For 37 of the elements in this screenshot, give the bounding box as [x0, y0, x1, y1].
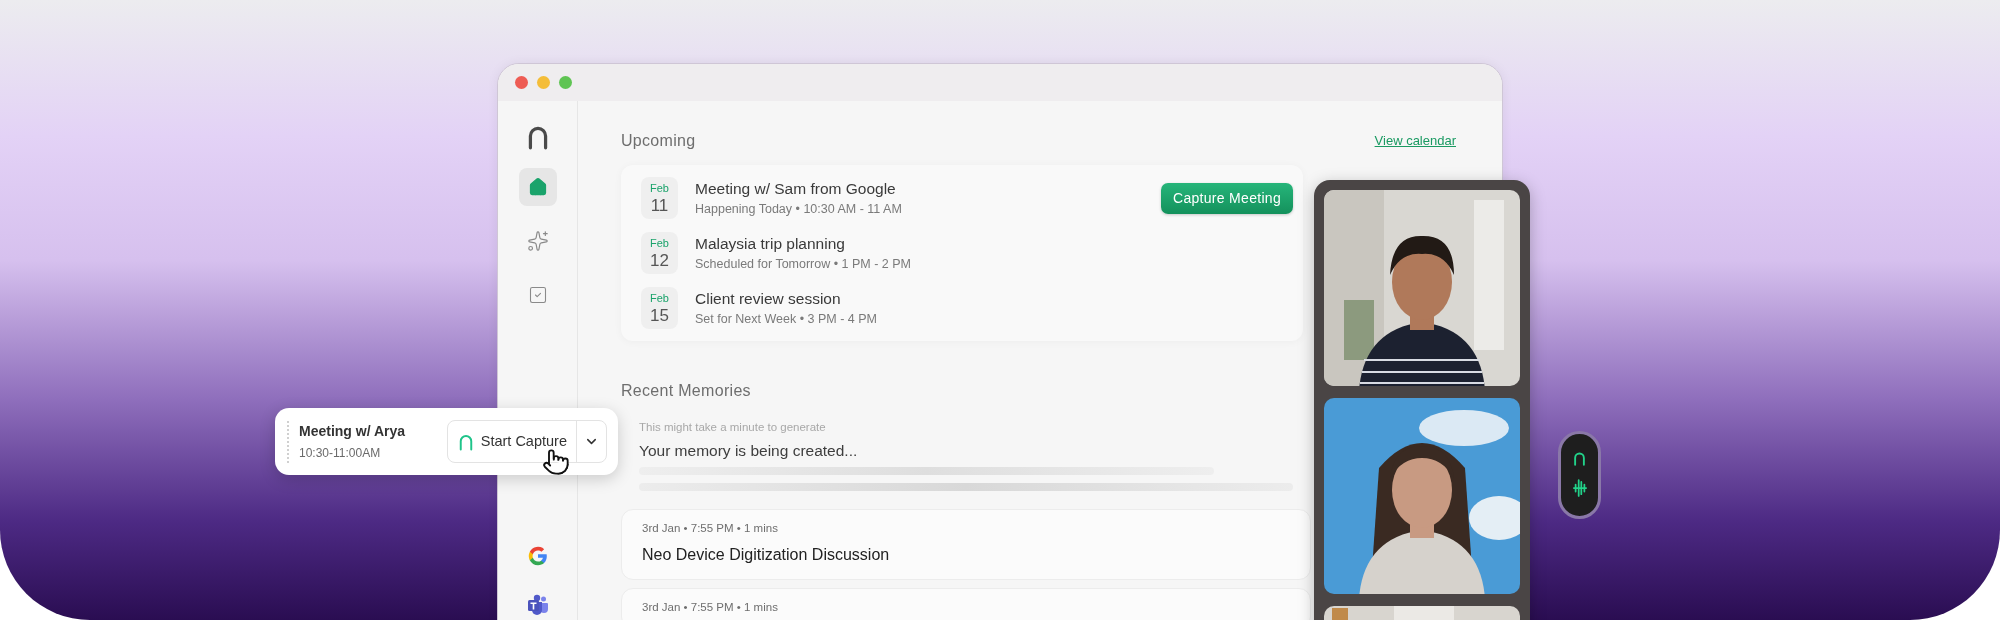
- memory-meta: 3rd Jan • 7:55 PM • 1 mins: [642, 520, 779, 536]
- people-logo-icon[interactable]: [525, 593, 550, 617]
- hint-text: This might take a minute to generate: [639, 420, 827, 435]
- recorder-pill[interactable]: [1558, 431, 1601, 519]
- close-button[interactable]: [515, 76, 528, 89]
- memory-card[interactable]: 3rd Jan • 7:55 PM • 1 mins Neo Device Digitization Discussion: [621, 508, 1311, 580]
- status-message: Your memory is being created...: [639, 441, 859, 462]
- section-title: Recent Memories: [621, 381, 752, 401]
- popup-time: 10:30-11:00AM: [299, 445, 382, 462]
- date-month: Feb: [650, 182, 669, 194]
- section-title: Upcoming: [621, 131, 696, 151]
- event-subtitle: Set for Next Week • 3 PM - 4 PM: [695, 311, 877, 329]
- date-day: 15: [650, 306, 669, 324]
- date-month: Feb: [650, 292, 669, 304]
- date-day: 12: [650, 251, 669, 269]
- memory-card[interactable]: 3rd Jan • 7:55 PM • 1 mins: [621, 587, 1311, 620]
- arch-logo-icon: [1572, 450, 1587, 466]
- capture-meeting-button[interactable]: Capture Meeting: [1161, 182, 1293, 214]
- event-title: Client review session: [695, 289, 842, 309]
- g-logo-icon[interactable]: [526, 545, 549, 567]
- popup-title: Meeting w/ Arya: [299, 422, 406, 441]
- event-subtitle: Happening Today • 10:30 AM - 11 AM: [695, 201, 902, 219]
- home-icon: [527, 177, 548, 197]
- date-day: 11: [650, 196, 669, 214]
- sparkles-icon: [526, 230, 549, 252]
- view-calendar-link[interactable]: View calendar: [1374, 131, 1456, 151]
- memory-meta: 3rd Jan • 7:55 PM • 1 mins: [642, 599, 779, 615]
- zoom-button[interactable]: [559, 76, 572, 89]
- memory-title: Neo Device Digitization Discussion: [642, 544, 891, 565]
- minimize-button[interactable]: [537, 76, 550, 89]
- checkbox-icon: [527, 285, 548, 305]
- date-month: Feb: [650, 237, 669, 249]
- sidebar-item[interactable]: [518, 168, 557, 206]
- event-title: Meeting w/ Sam from Google: [695, 179, 897, 199]
- event-subtitle: Scheduled for Tomorrow • 1 PM - 2 PM: [695, 256, 912, 274]
- drag-handle[interactable]: [287, 420, 289, 463]
- event-title: Malaysia trip planning: [695, 234, 846, 254]
